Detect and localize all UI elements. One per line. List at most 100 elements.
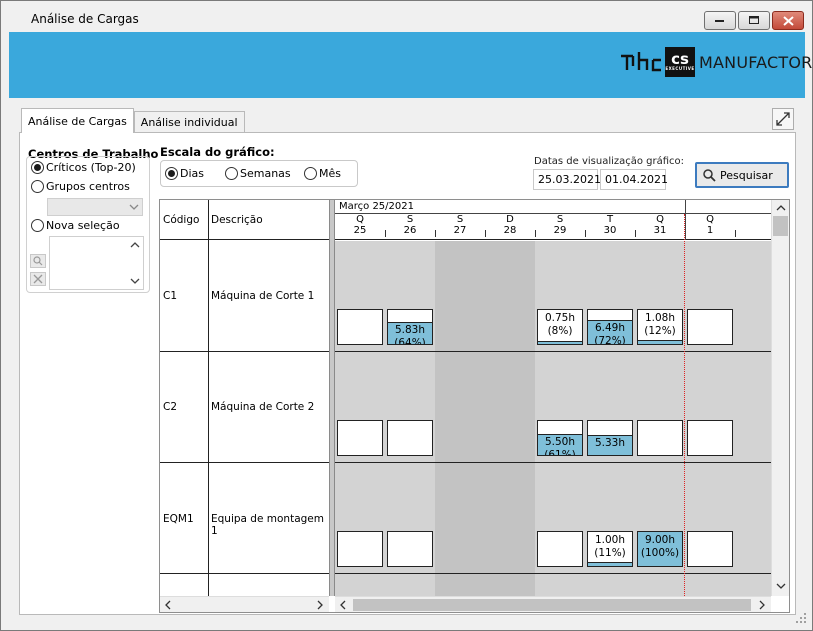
search-button[interactable]: Pesquisar bbox=[695, 162, 789, 188]
load-label: 5.83h (64%) bbox=[388, 324, 432, 344]
day-header-26: S 26 bbox=[385, 214, 435, 240]
horizontal-scroll-thumb[interactable] bbox=[353, 599, 751, 611]
radio-criticos[interactable]: Críticos (Top-20) bbox=[31, 161, 136, 174]
month-label: Março 25/2021 bbox=[339, 201, 414, 212]
scroll-down-icon[interactable] bbox=[773, 578, 789, 594]
maximize-button[interactable] bbox=[738, 11, 770, 30]
load-bar[interactable] bbox=[687, 531, 733, 567]
expand-button[interactable] bbox=[772, 108, 794, 130]
load-bar[interactable] bbox=[687, 309, 733, 345]
header-codigo: Código bbox=[163, 214, 200, 226]
vertical-scrollbar[interactable] bbox=[771, 200, 789, 596]
row-code[interactable]: C2 bbox=[163, 401, 177, 413]
grupos-centros-select[interactable] bbox=[47, 198, 143, 216]
day-number-label: 29 bbox=[553, 225, 567, 236]
date-from-input[interactable]: 25.03.2021 bbox=[533, 169, 601, 190]
left-horizontal-scrollbar[interactable] bbox=[160, 596, 329, 612]
row-description[interactable]: Máquina de Corte 1 bbox=[211, 290, 314, 302]
escala-title: Escala do gráfico: bbox=[160, 145, 275, 159]
load-bar[interactable]: 6.49h (72%) bbox=[587, 309, 633, 345]
load-hours: 5.33h bbox=[594, 437, 626, 449]
load-hours: 0.75h bbox=[544, 312, 576, 324]
title-bar[interactable]: Análise de Cargas bbox=[1, 1, 812, 32]
content-area: Análise de Cargas Análise individual Cen… bbox=[9, 98, 805, 623]
day-header-31: Q 31 bbox=[635, 214, 685, 240]
search-selection-button[interactable] bbox=[30, 254, 46, 268]
scroll-up-icon[interactable] bbox=[773, 200, 789, 216]
listbox-scrollbar[interactable] bbox=[127, 237, 143, 289]
load-bar[interactable] bbox=[537, 531, 583, 567]
load-bar[interactable] bbox=[637, 420, 683, 456]
load-grid: Código Descrição C1 Máquina de Corte 1 C… bbox=[159, 199, 790, 613]
day-number-label: 1 bbox=[706, 225, 714, 236]
load-bar[interactable]: 9.00h (100%) bbox=[637, 531, 683, 567]
scroll-arrows-icon bbox=[130, 242, 140, 284]
centros-group: Críticos (Top-20) Grupos centros Nova se… bbox=[26, 156, 150, 293]
radio-dias[interactable]: Dias bbox=[165, 167, 204, 180]
radio-label: Dias bbox=[180, 167, 204, 180]
scroll-right-icon[interactable] bbox=[754, 597, 770, 612]
radio-grupos-centros[interactable]: Grupos centros bbox=[31, 180, 130, 193]
scroll-right-icon[interactable] bbox=[312, 597, 328, 612]
load-bar[interactable]: 1.08h (12%) bbox=[637, 309, 683, 345]
scroll-left-icon[interactable] bbox=[335, 597, 351, 612]
close-button[interactable] bbox=[772, 11, 804, 30]
load-bar[interactable] bbox=[337, 420, 383, 456]
radio-label: Semanas bbox=[240, 167, 291, 180]
load-bar[interactable] bbox=[387, 420, 433, 456]
header-descricao: Descrição bbox=[211, 214, 263, 226]
row-description[interactable]: Máquina de Corte 2 bbox=[211, 401, 314, 413]
radio-semanas[interactable]: Semanas bbox=[225, 167, 291, 180]
chart-horizontal-scrollbar[interactable] bbox=[335, 596, 771, 612]
load-bar[interactable] bbox=[337, 309, 383, 345]
load-bar[interactable]: 1.00h (11%) bbox=[587, 531, 633, 567]
load-bar[interactable]: 0.75h (8%) bbox=[537, 309, 583, 345]
row-code[interactable]: EQM1 bbox=[163, 513, 194, 525]
load-bar[interactable] bbox=[387, 531, 433, 567]
weekday-label: S bbox=[556, 214, 564, 225]
radio-indicator bbox=[225, 167, 238, 180]
load-hours: 6.49h bbox=[594, 322, 626, 334]
day-column-28 bbox=[485, 241, 535, 596]
date-to-input[interactable]: 01.04.2021 bbox=[600, 169, 668, 190]
load-label: 1.08h (12%) bbox=[638, 312, 682, 338]
vertical-scroll-thumb[interactable] bbox=[773, 216, 788, 236]
load-bar[interactable]: 5.50h (61%) bbox=[537, 420, 583, 456]
row-description[interactable]: Equipa de montagem 1 bbox=[211, 513, 329, 537]
row-code[interactable]: C1 bbox=[163, 290, 177, 302]
tab-strip: Análise de Cargas Análise individual bbox=[21, 108, 245, 133]
day-number-label: 27 bbox=[453, 225, 467, 236]
day-header-28: D 28 bbox=[485, 214, 535, 240]
day-number-label: 26 bbox=[403, 225, 417, 236]
weekday-label: Q bbox=[356, 214, 364, 225]
radio-indicator bbox=[31, 180, 44, 193]
selection-listbox[interactable] bbox=[49, 236, 144, 290]
datas-label: Datas de visualização gráfico: bbox=[534, 156, 685, 167]
minimize-icon bbox=[715, 19, 724, 22]
search-icon bbox=[703, 168, 716, 182]
load-bar[interactable]: 5.83h (64%) bbox=[387, 309, 433, 345]
scroll-left-icon[interactable] bbox=[160, 597, 176, 612]
tab-analise-individual[interactable]: Análise individual bbox=[133, 111, 245, 133]
load-chart: Março 25/2021 Q 25 S 26 S 27 D 28 S 29 T 30 Q 31 Q 1 5.… bbox=[335, 200, 771, 596]
load-bar[interactable]: 5.33h bbox=[587, 420, 633, 456]
load-bar[interactable] bbox=[687, 420, 733, 456]
row-separator bbox=[335, 462, 771, 463]
chart-header: Março 25/2021 Q 25 S 26 S 27 D 28 S 29 T 30 Q 31 Q 1 bbox=[335, 200, 771, 240]
load-fill bbox=[588, 562, 632, 566]
tab-panel: Centros de Trabalho Críticos (Top-20) Gr… bbox=[19, 132, 796, 615]
load-bar[interactable] bbox=[337, 531, 383, 567]
radio-mes[interactable]: Mês bbox=[304, 167, 341, 180]
load-label: 0.75h (8%) bbox=[538, 312, 582, 338]
search-label: Pesquisar bbox=[720, 168, 773, 182]
clear-selection-button[interactable] bbox=[30, 272, 46, 286]
load-percent: (12%) bbox=[644, 325, 676, 337]
minimize-button[interactable] bbox=[704, 11, 736, 30]
tab-analise-cargas[interactable]: Análise de Cargas bbox=[21, 108, 134, 133]
resize-grip-icon[interactable] bbox=[794, 611, 808, 625]
radio-nova-selecao[interactable]: Nova seleção bbox=[31, 219, 120, 232]
load-percent: (100%) bbox=[640, 547, 680, 559]
radio-indicator bbox=[165, 167, 178, 180]
tab-label: Análise de Cargas bbox=[28, 114, 127, 128]
row-separator bbox=[160, 462, 329, 463]
